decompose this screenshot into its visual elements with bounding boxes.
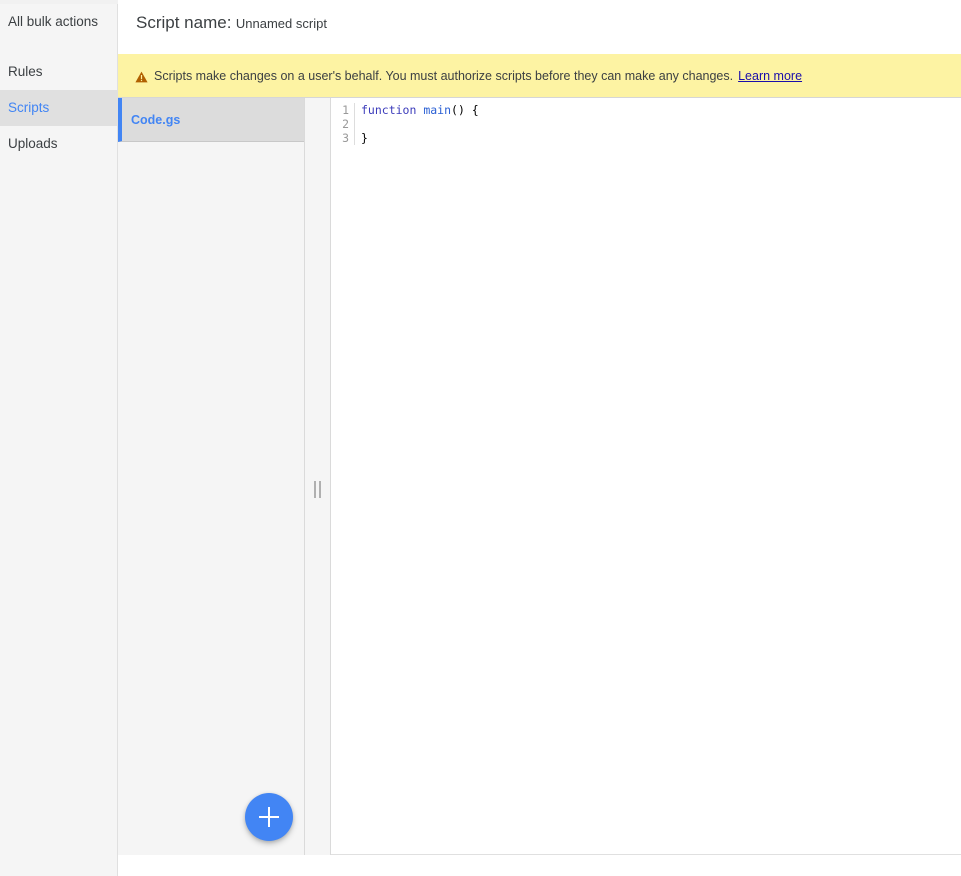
- add-file-button[interactable]: [245, 793, 293, 841]
- line-number: 3: [331, 131, 355, 145]
- script-name-value[interactable]: Unnamed script: [236, 16, 327, 31]
- left-sidebar: All bulk actions Rules Scripts Uploads: [0, 4, 118, 876]
- page-header: Script name: Unnamed script: [118, 4, 961, 54]
- script-name-row: Script name: Unnamed script: [136, 13, 327, 33]
- script-editor-page: All bulk actions Rules Scripts Uploads S…: [0, 0, 961, 876]
- file-list-item-code-gs[interactable]: Code.gs: [118, 98, 304, 142]
- line-number: 1: [331, 103, 355, 117]
- code-line: 2: [331, 117, 479, 131]
- line-number: 2: [331, 117, 355, 131]
- code-content: 1 function main() { 2 3 }: [331, 103, 479, 145]
- plus-icon-vertical: [268, 807, 270, 827]
- code-editor[interactable]: 1 function main() { 2 3 }: [331, 98, 961, 855]
- code-line: 1 function main() {: [331, 103, 479, 117]
- script-file-panel: Code.gs: [118, 98, 305, 855]
- authorization-warning-banner: Scripts make changes on a user's behalf.…: [118, 54, 961, 98]
- drag-handle-icon[interactable]: [313, 481, 322, 498]
- warning-triangle-icon: [135, 70, 148, 82]
- token-function-name: main: [423, 103, 452, 117]
- learn-more-link[interactable]: Learn more: [738, 69, 802, 83]
- code-line: 3 }: [331, 131, 479, 145]
- page-footer-area: [118, 855, 961, 876]
- script-name-label: Script name:: [136, 13, 232, 32]
- panel-splitter[interactable]: [305, 98, 331, 855]
- sidebar-item-label: Rules: [8, 64, 43, 79]
- token-punctuation: () {: [451, 103, 479, 117]
- sidebar-item-rules[interactable]: Rules: [0, 54, 117, 90]
- banner-content: Scripts make changes on a user's behalf.…: [135, 54, 802, 97]
- code-line-text[interactable]: function main() {: [355, 103, 479, 117]
- banner-text: Scripts make changes on a user's behalf.…: [154, 68, 734, 83]
- file-name-label: Code.gs: [131, 113, 181, 127]
- sidebar-item-label: All bulk actions: [8, 14, 99, 29]
- sidebar-item-uploads[interactable]: Uploads: [0, 126, 117, 162]
- token-keyword: function: [361, 103, 424, 117]
- sidebar-item-scripts[interactable]: Scripts: [0, 90, 117, 126]
- sidebar-item-all-bulk-actions[interactable]: All bulk actions: [0, 4, 117, 40]
- sidebar-item-label: Uploads: [8, 136, 58, 151]
- code-line-text[interactable]: }: [355, 131, 368, 145]
- sidebar-item-label: Scripts: [8, 100, 50, 115]
- token-punctuation: }: [361, 131, 368, 145]
